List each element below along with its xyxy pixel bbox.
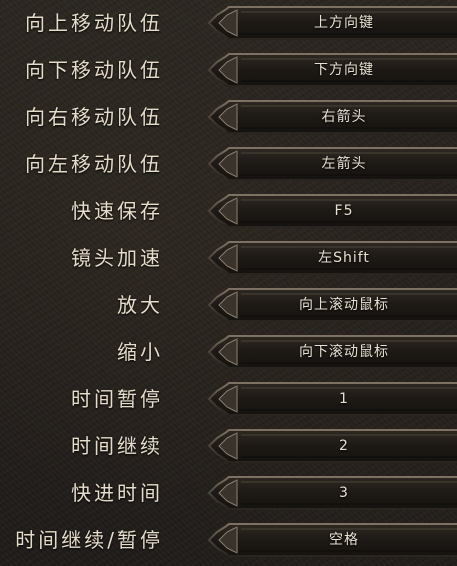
action-label: 时间继续/暂停 — [15, 528, 163, 552]
action-label: 快进时间 — [71, 481, 163, 505]
action-label: 时间继续 — [71, 434, 163, 458]
key-binding-button[interactable]: 空格 — [207, 522, 457, 558]
keybinding-row-move-party-right: 向右移动队伍 右箭头 — [0, 94, 457, 140]
key-value: 上方向键 — [314, 15, 374, 31]
key-binding-button[interactable]: 向上滚动鼠标 — [207, 287, 457, 323]
action-label: 向右移动队伍 — [25, 105, 163, 129]
action-label: 放大 — [117, 293, 163, 317]
key-binding-button[interactable]: 上方向键 — [207, 5, 457, 41]
key-binding-button[interactable]: 左箭头 — [207, 146, 457, 182]
action-label: 向下移动队伍 — [25, 58, 163, 82]
key-value: 向下滚动鼠标 — [299, 344, 389, 360]
keybinding-row-move-party-left: 向左移动队伍 左箭头 — [0, 141, 457, 187]
action-label: 快速保存 — [71, 199, 163, 223]
key-binding-button[interactable]: 3 — [207, 475, 457, 511]
key-value: 右箭头 — [321, 109, 367, 125]
keybinding-list: 向上移动队伍 上方向键 向下移动队伍 下方向键 向右移动队伍 右箭头 向左移动队… — [0, 0, 457, 566]
key-value: 1 — [339, 391, 349, 407]
key-value: 3 — [339, 485, 349, 501]
action-label: 向上移动队伍 — [25, 11, 163, 35]
keybinding-row-resume-time: 时间继续 2 — [0, 423, 457, 469]
key-binding-button[interactable]: 2 — [207, 428, 457, 464]
keybinding-row-toggle-time: 时间继续/暂停 空格 — [0, 517, 457, 563]
key-binding-button[interactable]: 1 — [207, 381, 457, 417]
action-label: 镜头加速 — [71, 246, 163, 270]
key-binding-button[interactable]: 下方向键 — [207, 52, 457, 88]
keybinding-row-fast-forward-time: 快进时间 3 — [0, 470, 457, 516]
keybinding-row-quick-save: 快速保存 F5 — [0, 188, 457, 234]
key-binding-button[interactable]: 右箭头 — [207, 99, 457, 135]
keybinding-row-move-party-up: 向上移动队伍 上方向键 — [0, 0, 457, 46]
key-value: 左Shift — [318, 250, 370, 266]
keybinding-row-zoom-in: 放大 向上滚动鼠标 — [0, 282, 457, 328]
keybinding-row-pause-time: 时间暂停 1 — [0, 376, 457, 422]
key-binding-button[interactable]: 向下滚动鼠标 — [207, 334, 457, 370]
key-value: 下方向键 — [314, 62, 374, 78]
keybinding-row-zoom-out: 缩小 向下滚动鼠标 — [0, 329, 457, 375]
key-value: 空格 — [329, 532, 359, 548]
key-value: 向上滚动鼠标 — [299, 297, 389, 313]
key-value: F5 — [334, 203, 354, 219]
action-label: 向左移动队伍 — [25, 152, 163, 176]
action-label: 缩小 — [117, 340, 163, 364]
key-value: 左箭头 — [321, 156, 367, 172]
keybinding-row-camera-speed-up: 镜头加速 左Shift — [0, 235, 457, 281]
key-value: 2 — [339, 438, 349, 454]
keybinding-row-move-party-down: 向下移动队伍 下方向键 — [0, 47, 457, 93]
key-binding-button[interactable]: F5 — [207, 193, 457, 229]
action-label: 时间暂停 — [71, 387, 163, 411]
key-binding-button[interactable]: 左Shift — [207, 240, 457, 276]
